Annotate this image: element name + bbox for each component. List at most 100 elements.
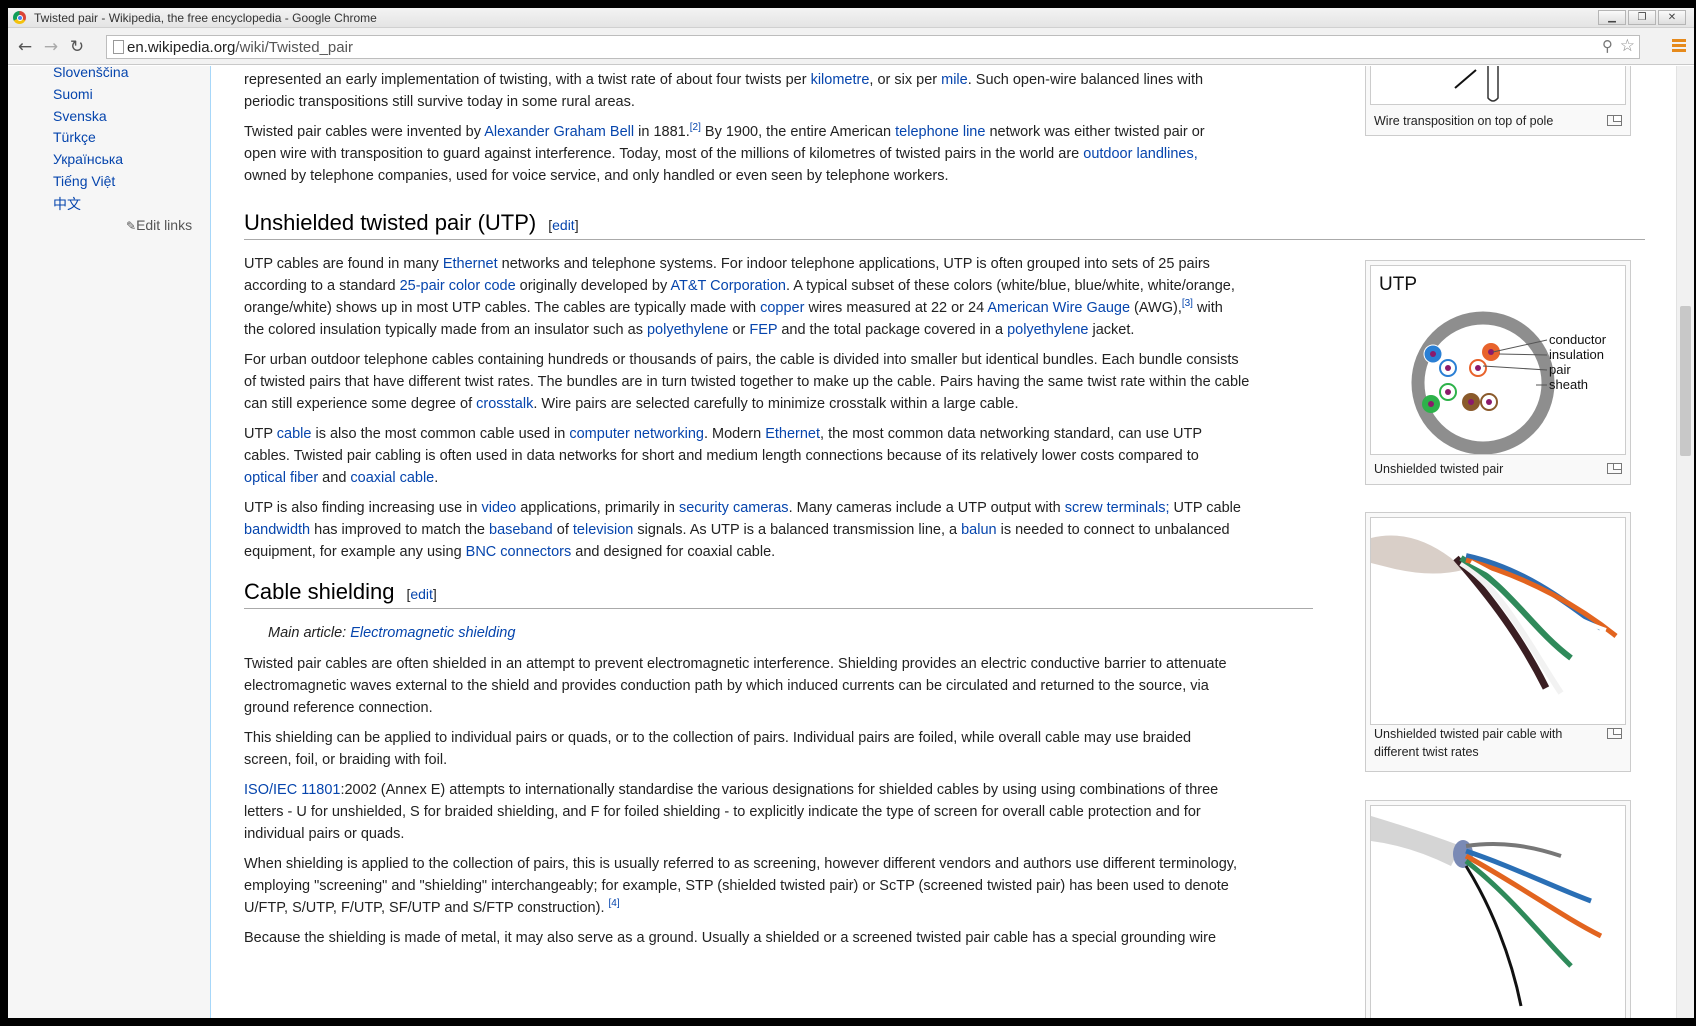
twisted-cable-image[interactable]: [1370, 517, 1626, 725]
link-bandwidth[interactable]: bandwidth: [244, 522, 310, 538]
link-att-corporation[interactable]: AT&T Corporation: [670, 278, 786, 294]
link-kilometre[interactable]: kilometre: [811, 72, 870, 88]
text: orange/white) shows up in most UTP cable…: [244, 300, 761, 316]
link-optical-fiber[interactable]: optical fiber: [244, 470, 318, 486]
text: , or six per: [869, 72, 942, 88]
label-pair: pair: [1549, 362, 1571, 377]
link-security-cameras[interactable]: security cameras: [679, 500, 789, 516]
lang-link[interactable]: Slovenščina: [53, 66, 129, 80]
link-screw-terminals[interactable]: screw terminals;: [1065, 500, 1170, 516]
text: the colored insulation typically made fr…: [244, 322, 647, 338]
lang-link[interactable]: Українська: [53, 151, 123, 167]
chrome-menu-icon[interactable]: [1672, 39, 1686, 53]
pole-drawing-icon: [1454, 66, 1499, 102]
edit-section-link[interactable]: edit: [552, 217, 575, 233]
link-american-wire-gauge[interactable]: American Wire Gauge: [987, 300, 1130, 316]
text: signals. As UTP is a balanced transmissi…: [633, 522, 962, 538]
vertical-scrollbar[interactable]: [1676, 66, 1694, 1018]
heading-text: Cable shielding: [244, 579, 395, 604]
link-coaxial-cable[interactable]: coaxial cable: [350, 470, 434, 486]
text: has improved to match the: [310, 522, 490, 538]
utp-cross-section-diagram: UTP conductor insulation pair sheath: [1379, 274, 1607, 454]
heading-text: Unshielded twisted pair (UTP): [244, 210, 537, 235]
section-heading-cable-shielding: Cable shielding [edit]: [244, 579, 437, 605]
edit-links[interactable]: ✎Edit links: [126, 217, 192, 233]
link-balun[interactable]: balun: [961, 522, 996, 538]
link-video[interactable]: video: [482, 500, 517, 516]
lang-link[interactable]: Türkçe: [53, 129, 96, 145]
page-viewport: Slovenščina Suomi Svenska Türkçe Українс…: [8, 66, 1676, 1018]
text: U/FTP, S/UTP, F/UTP, SF/UTP and S/FTP co…: [244, 900, 609, 916]
text: periodic transpositions still survive to…: [244, 94, 635, 110]
text: of twisted pairs that have different twi…: [244, 374, 1250, 390]
address-bar[interactable]: en.wikipedia.org/wiki/Twisted_pair ⚲ ☆: [106, 35, 1640, 59]
link-outdoor-landlines[interactable]: outdoor landlines,: [1083, 146, 1197, 162]
forward-arrow-icon[interactable]: →: [40, 36, 62, 58]
link-alexander-graham-bell[interactable]: Alexander Graham Bell: [484, 124, 634, 140]
link-ethernet[interactable]: Ethernet: [765, 426, 820, 442]
link-electromagnetic-shielding[interactable]: Electromagnetic shielding: [350, 625, 515, 641]
enlarge-icon[interactable]: [1607, 728, 1622, 739]
link-television[interactable]: television: [573, 522, 633, 538]
text: applications, primarily in: [516, 500, 679, 516]
scrollbar-thumb[interactable]: [1680, 306, 1691, 456]
figure-wire-transposition: Wire transposition on top of pole: [1365, 66, 1631, 136]
link-iso-iec-11801[interactable]: ISO/IEC 11801: [244, 782, 340, 798]
reference-link[interactable]: [3]: [1182, 298, 1193, 309]
enlarge-icon[interactable]: [1607, 463, 1622, 474]
text: UTP cables are found in many: [244, 256, 443, 272]
text: electromagnetic waves external to the sh…: [244, 678, 1209, 694]
paragraph: UTP is also finding increasing use in vi…: [244, 497, 1241, 563]
twisted-cable-photo: [1371, 535, 1618, 695]
enlarge-icon[interactable]: [1607, 115, 1622, 126]
text: represented an early implementation of t…: [244, 72, 811, 88]
figure-utp-diagram: UTP conductor insulation pair sheath Uns…: [1365, 260, 1631, 485]
link-computer-networking[interactable]: computer networking: [569, 426, 704, 442]
link-baseband[interactable]: baseband: [489, 522, 553, 538]
edit-section-link[interactable]: edit: [410, 586, 433, 602]
text: (AWG),: [1130, 300, 1182, 316]
window-title: Twisted pair - Wikipedia, the free encyc…: [34, 11, 377, 25]
paragraph: Twisted pair cables were invented by Ale…: [244, 121, 1205, 187]
lang-link[interactable]: 中文: [53, 194, 81, 214]
lang-link[interactable]: Tiếng Việt: [53, 173, 115, 189]
link-crosstalk[interactable]: crosstalk: [476, 396, 533, 412]
bookmark-star-icon[interactable]: ☆: [1620, 36, 1635, 56]
lang-link[interactable]: Svenska: [53, 108, 107, 124]
restore-button[interactable]: ❐: [1628, 10, 1656, 25]
wire-transposition-image[interactable]: [1370, 66, 1626, 105]
reference-link[interactable]: [4]: [609, 898, 620, 909]
text: ground reference connection.: [244, 700, 433, 716]
back-arrow-icon[interactable]: ←: [14, 36, 36, 58]
link-mile[interactable]: mile: [941, 72, 968, 88]
paragraph: When shielding is applied to the collect…: [244, 853, 1237, 919]
text: employing "screening" and "shielding" in…: [244, 878, 1229, 894]
text: . Such open-wire balanced lines with: [967, 72, 1204, 88]
shielded-cable-image[interactable]: [1370, 805, 1626, 1018]
text: or: [728, 322, 750, 338]
url-text[interactable]: en.wikipedia.org/wiki/Twisted_pair: [127, 39, 353, 56]
url-path: /wiki/Twisted_pair: [235, 39, 353, 56]
utp-diagram-image[interactable]: UTP conductor insulation pair sheath: [1370, 265, 1626, 455]
main-article-hatnote: Main article: Electromagnetic shielding: [268, 625, 515, 641]
figure-shielded-cable: [1365, 800, 1631, 1018]
link-telephone-line[interactable]: telephone line: [895, 124, 985, 140]
heading-divider: [244, 239, 1645, 240]
reference-link[interactable]: [2]: [690, 122, 701, 133]
text: owned by telephone companies, used for v…: [244, 168, 949, 184]
link-bnc-connectors[interactable]: BNC connectors: [466, 544, 572, 560]
lang-link[interactable]: Suomi: [53, 86, 93, 102]
text: networks and telephone systems. For indo…: [497, 256, 1210, 272]
link-copper[interactable]: copper: [760, 300, 804, 316]
text: open wire with transposition to guard ag…: [244, 146, 1084, 162]
zoom-icon[interactable]: ⚲: [1602, 37, 1613, 55]
link-polyethylene[interactable]: polyethylene: [647, 322, 728, 338]
close-button[interactable]: ✕: [1658, 10, 1686, 25]
minimize-button[interactable]: ▁: [1598, 10, 1626, 25]
link-25-pair-color-code[interactable]: 25-pair color code: [400, 278, 516, 294]
link-polyethylene[interactable]: polyethylene: [1007, 322, 1088, 338]
link-ethernet[interactable]: Ethernet: [443, 256, 498, 272]
link-fep[interactable]: FEP: [749, 322, 777, 338]
reload-icon[interactable]: ↻: [66, 36, 88, 58]
link-cable[interactable]: cable: [277, 426, 312, 442]
